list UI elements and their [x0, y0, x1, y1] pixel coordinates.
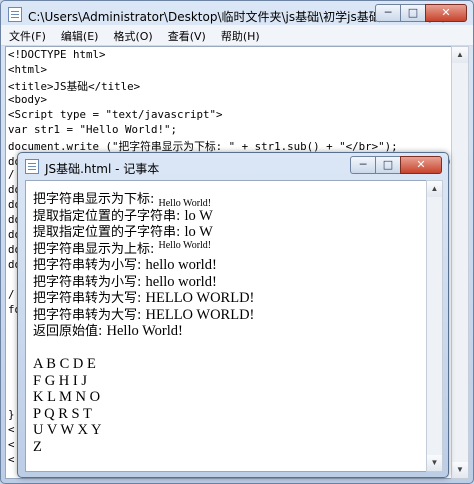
popup-close-button[interactable]: ✕ — [400, 156, 442, 174]
output-value: HELLO WORLD! — [145, 306, 255, 323]
output-label: 把字符串显示为下标: — [33, 192, 159, 207]
code-line: <body> — [8, 93, 48, 106]
scroll-down-icon[interactable]: ▼ — [452, 462, 468, 478]
output-value: P Q R S T — [33, 405, 92, 422]
output-value: hello world! — [145, 273, 217, 290]
output-line: Z — [33, 439, 42, 456]
menu-view[interactable]: 查看(V) — [160, 25, 213, 45]
output-value: lo W — [184, 224, 213, 240]
menu-bar: 文件(F) 编辑(E) 格式(O) 查看(V) 帮助(H) — [1, 25, 473, 46]
output-label: 把字符串转为大写: — [33, 307, 146, 323]
code-line: < — [8, 453, 15, 466]
popup-notepad-icon — [25, 159, 39, 174]
popup-title: JS基础.html - 记事本 — [45, 162, 160, 176]
output-value: A B C D E — [33, 356, 96, 372]
popup-notepad-window: JS基础.html - 记事本 ─ □ ✕ 把字符串显示为下标: Hello W… — [17, 152, 449, 478]
popup-scroll-up-icon[interactable]: ▲ — [427, 181, 442, 197]
output-line: P Q R S T — [33, 406, 92, 423]
output-line: 把字符串显示为下标: Hello World! — [33, 191, 211, 209]
output-value: F G H I J — [33, 372, 87, 389]
menu-edit[interactable]: 编辑(E) — [53, 25, 106, 45]
code-line: var str1 = "Hello World!"; — [8, 123, 178, 136]
output-line: A B C D E — [33, 356, 96, 373]
output-line: 把字符串转为小写: hello world! — [33, 257, 217, 274]
output-value: hello world! — [145, 257, 217, 273]
output-label: 把字符串转为小写: — [33, 258, 146, 273]
output-label: 把字符串转为小写: — [33, 274, 146, 290]
code-line: < — [8, 438, 15, 451]
popup-maximize-button[interactable]: □ — [375, 156, 401, 174]
output-line: K L M N O — [33, 389, 100, 406]
output-line: 把字符串转为大写: HELLO WORLD! — [33, 307, 254, 324]
popup-vertical-scrollbar[interactable]: ▲ ▼ — [426, 180, 443, 472]
code-line: < — [8, 423, 15, 436]
code-line: / — [8, 168, 15, 181]
output-label: 返回原始值: — [33, 324, 107, 339]
output-label: 提取指定位置的子字符串: — [33, 208, 185, 224]
menu-format[interactable]: 格式(O) — [105, 25, 159, 45]
output-line: 提取指定位置的子字符串: lo W — [33, 208, 213, 225]
minimize-button[interactable]: ─ — [375, 4, 401, 22]
menu-file[interactable]: 文件(F) — [1, 25, 53, 45]
output-line: U V W X Y — [33, 422, 102, 439]
output-value: lo W — [184, 207, 213, 224]
close-button[interactable]: ✕ — [425, 4, 467, 22]
code-line: <!DOCTYPE html> — [8, 48, 106, 61]
output-value: Hello World! — [106, 323, 183, 339]
code-line: <title>JS基础</title> — [8, 80, 141, 93]
code-line: <Script type = "text/javascript"> — [8, 108, 223, 121]
output-line: 把字符串显示为上标: Hello World! — [33, 239, 212, 259]
output-value: Hello World! — [158, 239, 212, 251]
popup-text-area[interactable]: 把字符串显示为下标: Hello World! 提取指定位置的子字符串: lo W… — [25, 180, 431, 472]
vertical-scrollbar[interactable]: ▲ ▼ — [451, 46, 469, 479]
popup-scroll-down-icon[interactable]: ▼ — [427, 455, 442, 471]
output-line: F G H I J — [33, 373, 87, 390]
code-line: / — [8, 288, 15, 301]
maximize-button[interactable]: □ — [400, 4, 426, 22]
output-value: Z — [33, 438, 42, 455]
popup-titlebar[interactable]: JS基础.html - 记事本 ─ □ ✕ — [18, 153, 448, 181]
menu-help[interactable]: 帮助(H) — [213, 25, 267, 45]
output-value: U V W X Y — [33, 422, 102, 438]
output-line: 提取指定位置的子字符串: lo W — [33, 224, 213, 241]
output-value: HELLO WORLD! — [145, 290, 255, 306]
output-line: 返回原始值: Hello World! — [33, 323, 183, 340]
code-line: <html> — [8, 63, 48, 76]
notepad-icon — [8, 7, 22, 22]
output-value: K L M N O — [33, 389, 101, 405]
output-label: 把字符串显示为上标: — [33, 241, 159, 257]
output-label: 把字符串转为大写: — [33, 291, 146, 306]
popup-minimize-button[interactable]: ─ — [350, 156, 376, 174]
output-line: 把字符串转为小写: hello world! — [33, 274, 217, 291]
output-line: 把字符串转为大写: HELLO WORLD! — [33, 290, 254, 307]
code-line: } — [8, 408, 15, 421]
output-label: 提取指定位置的子字符串: — [33, 225, 185, 240]
scroll-up-icon[interactable]: ▲ — [452, 47, 468, 63]
